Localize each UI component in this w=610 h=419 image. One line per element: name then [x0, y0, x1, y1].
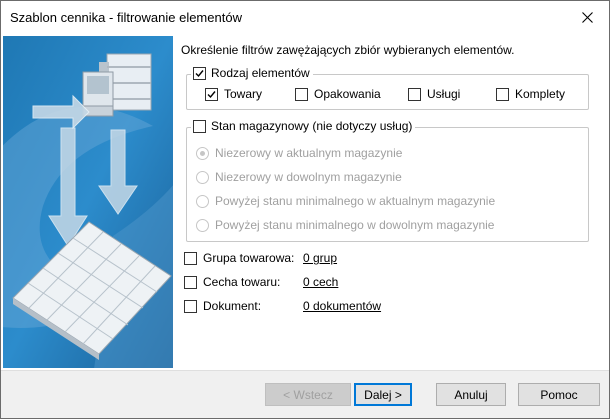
stock-option-1-label: Niezerowy w aktualnym magazynie [215, 146, 403, 160]
komplety-checkbox[interactable] [496, 87, 509, 101]
dialog-content: Określenie filtrów zawężających zbiór wy… [1, 34, 609, 370]
type-option-komplety[interactable]: Komplety [496, 87, 565, 101]
stock-legend: Stan magazynowy (nie dotyczy usług) [191, 119, 416, 133]
towary-checkbox[interactable] [205, 87, 218, 101]
stock-option-4-label: Powyżej stanu minimalnego w dowolnym mag… [215, 218, 495, 232]
filter-document-row[interactable]: Dokument: [184, 299, 261, 313]
group-filter-link[interactable]: 0 grup [303, 251, 337, 265]
element-type-checkbox[interactable] [193, 66, 206, 80]
uslugi-checkbox[interactable] [408, 87, 421, 101]
type-option-uslugi[interactable]: Usługi [408, 87, 460, 101]
stock-radio-4[interactable] [196, 218, 209, 232]
type-option-towary[interactable]: Towary [205, 87, 262, 101]
filter-group-row[interactable]: Grupa towarowa: [184, 251, 294, 265]
document-filter-link[interactable]: 0 dokumentów [303, 299, 381, 313]
stock-label: Stan magazynowy (nie dotyczy usług) [211, 119, 413, 133]
help-button[interactable]: Pomoc [518, 383, 600, 406]
opakowania-label: Opakowania [314, 87, 381, 101]
title-bar: Szablon cennika - filtrowanie elementów [1, 1, 609, 34]
element-type-label: Rodzaj elementów [211, 66, 310, 80]
komplety-label: Komplety [515, 87, 566, 101]
stock-option-3-label: Powyżej stanu minimalnego w aktualnym ma… [215, 194, 496, 208]
group-filter-label: Grupa towarowa: [203, 251, 295, 265]
feature-filter-label: Cecha towaru: [203, 275, 281, 289]
close-button[interactable] [565, 1, 609, 34]
next-button[interactable]: Dalej > [354, 383, 412, 406]
document-filter-checkbox[interactable] [184, 299, 197, 313]
stock-option-3[interactable]: Powyżej stanu minimalnego w aktualnym ma… [196, 194, 495, 208]
stock-radio-1[interactable] [196, 146, 209, 160]
element-type-legend: Rodzaj elementów [191, 66, 313, 80]
feature-filter-link[interactable]: 0 cech [303, 275, 338, 289]
close-icon [581, 12, 593, 23]
group-filter-checkbox[interactable] [184, 251, 197, 265]
stock-radio-3[interactable] [196, 194, 209, 208]
stock-radio-2[interactable] [196, 170, 209, 184]
computer-icon [82, 71, 114, 117]
type-option-opakowania[interactable]: Opakowania [295, 87, 381, 101]
filter-feature-row[interactable]: Cecha towaru: [184, 275, 280, 289]
window-title: Szablon cennika - filtrowanie elementów [10, 10, 242, 25]
back-button[interactable]: < Wstecz [265, 383, 351, 406]
stock-option-1[interactable]: Niezerowy w aktualnym magazynie [196, 146, 402, 160]
cancel-button[interactable]: Anuluj [436, 383, 506, 406]
stock-option-4[interactable]: Powyżej stanu minimalnego w dowolnym mag… [196, 218, 494, 232]
stock-option-2[interactable]: Niezerowy w dowolnym magazynie [196, 170, 402, 184]
radio-dot [200, 150, 205, 156]
document-filter-label: Dokument: [203, 299, 262, 313]
stock-option-2-label: Niezerowy w dowolnym magazynie [215, 170, 402, 184]
feature-filter-checkbox[interactable] [184, 275, 197, 289]
opakowania-checkbox[interactable] [295, 87, 308, 101]
uslugi-label: Usługi [427, 87, 461, 101]
wizard-illustration [3, 36, 173, 368]
button-bar: < Wstecz Dalej > Anuluj Pomoc [1, 370, 609, 418]
dialog-window: Szablon cennika - filtrowanie elementów [0, 0, 610, 419]
stock-checkbox[interactable] [193, 119, 206, 133]
checkmark-icon [207, 90, 216, 98]
header-text: Określenie filtrów zawężających zbiór wy… [181, 43, 515, 57]
towary-label: Towary [224, 87, 263, 101]
checkmark-icon [195, 69, 204, 77]
